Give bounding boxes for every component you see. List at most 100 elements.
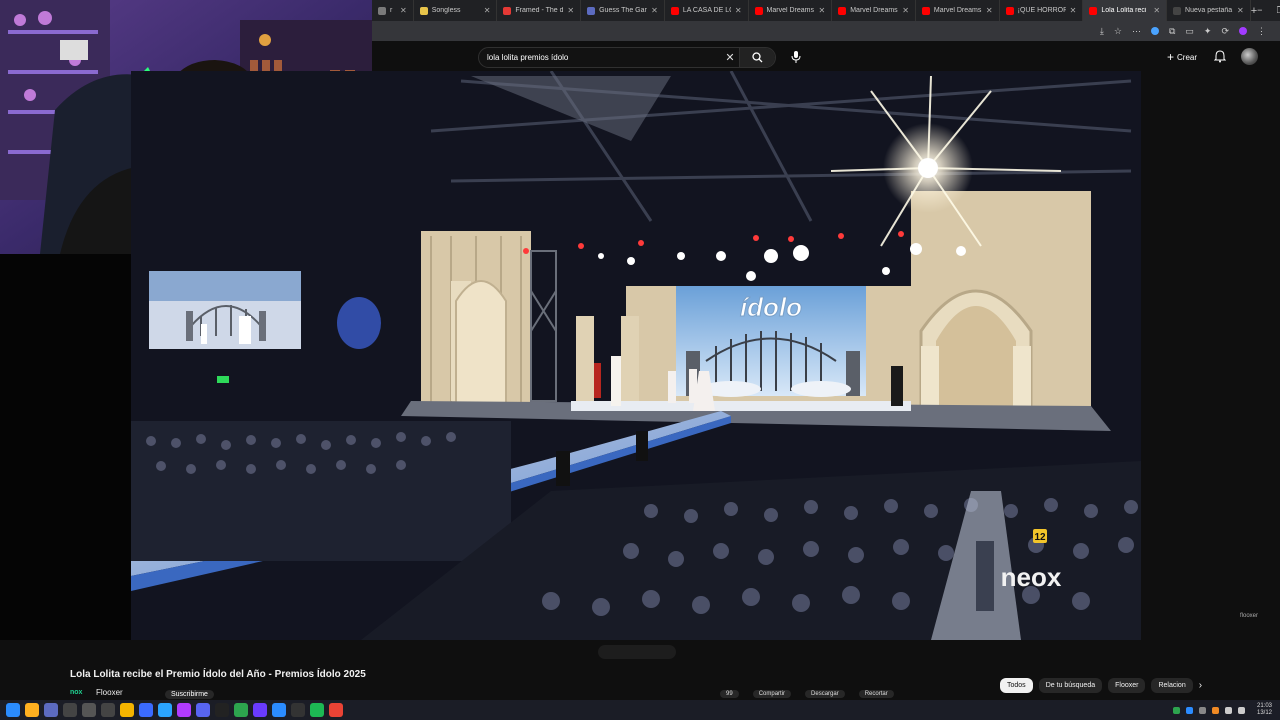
app-circle-icon[interactable]: [82, 703, 96, 717]
tab-title: Nueva pestaña: [1185, 7, 1233, 14]
tab-close-icon[interactable]: ✕: [1237, 6, 1244, 15]
windows-icon[interactable]: [6, 703, 20, 717]
tab-close-icon[interactable]: ✕: [902, 6, 909, 15]
bookmark-star-icon[interactable]: ☆: [1114, 26, 1122, 37]
chat-icon[interactable]: [253, 703, 267, 717]
tab-close-icon[interactable]: ✕: [735, 6, 742, 15]
clock[interactable]: 21:03 13/12: [1257, 703, 1272, 717]
tab-favicon-icon: [1089, 6, 1098, 15]
tab-close-icon[interactable]: ✕: [651, 6, 658, 15]
spotify-icon[interactable]: [310, 703, 324, 717]
channel-name[interactable]: Flooxer: [96, 688, 123, 697]
tray-gray-icon[interactable]: [1198, 706, 1206, 714]
subscribe-button[interactable]: Suscribirme: [165, 690, 214, 699]
tab-close-icon[interactable]: ✕: [819, 6, 826, 15]
video-actions: 99 Compartir Descargar Recortar: [720, 690, 894, 698]
search-input[interactable]: lola lolita premios ídolo: [487, 53, 721, 62]
like-button[interactable]: 99: [720, 690, 739, 698]
menu-icon[interactable]: ⋮: [1257, 26, 1266, 37]
discord-icon[interactable]: [196, 703, 210, 717]
tray-green-icon[interactable]: [1172, 706, 1180, 714]
chip-flooxer[interactable]: Flooxer: [1108, 678, 1146, 693]
tab-close-icon[interactable]: ✕: [986, 6, 993, 15]
tab-close-icon[interactable]: ✕: [1070, 6, 1077, 15]
grid-icon[interactable]: [234, 703, 248, 717]
tab-close-icon[interactable]: ✕: [400, 6, 407, 15]
minimize-button[interactable]: −: [1257, 5, 1262, 16]
search-icon[interactable]: [25, 703, 39, 717]
browser-tab[interactable]: Framed - The d ✕: [497, 0, 582, 21]
search-button[interactable]: [739, 48, 775, 67]
tab-favicon-icon: [587, 6, 596, 15]
chevron-right-icon[interactable]: ›: [1199, 680, 1202, 691]
bookmark-icon[interactable]: ✦: [1204, 26, 1212, 37]
clock-date: 13/12: [1256, 710, 1272, 716]
share-button[interactable]: Compartir: [752, 690, 792, 698]
tab-favicon-icon: [503, 6, 512, 15]
window-icon[interactable]: [101, 703, 115, 717]
tab-close-icon[interactable]: ✕: [567, 6, 574, 15]
search-box[interactable]: lola lolita premios ídolo ✕: [478, 47, 776, 68]
tab-title: Framed - The d: [515, 7, 564, 14]
tab-favicon-icon: [1173, 6, 1182, 15]
app-4k-icon[interactable]: [63, 703, 77, 717]
chip-todos[interactable]: Todos: [1000, 678, 1033, 693]
browser-tab[interactable]: Lola Lolita reci ✕: [1083, 0, 1168, 21]
tray-volume-icon[interactable]: [1237, 706, 1245, 714]
stream-icon[interactable]: [139, 703, 153, 717]
clock-time: 21:03: [1256, 703, 1272, 709]
profile-icon[interactable]: [1239, 27, 1247, 35]
browser-tab[interactable]: Marvel Dreams ✕: [916, 0, 1000, 21]
chip-from-search[interactable]: De tu búsqueda: [1038, 678, 1103, 693]
download-button[interactable]: Descargar: [805, 690, 845, 698]
extensions-puzzle-icon[interactable]: ⧉: [1169, 26, 1175, 37]
video-player[interactable]: ídolo 12 neox: [131, 71, 1141, 640]
plus-icon: +: [1167, 50, 1175, 64]
browser-tab[interactable]: Marvel Dreams ✕: [832, 0, 916, 21]
browser-tab[interactable]: Nueva pestaña ✕: [1167, 0, 1251, 21]
tab-close-icon[interactable]: ✕: [484, 6, 491, 15]
sync-icon[interactable]: ⟳: [1221, 26, 1229, 37]
install-icon[interactable]: ⤓: [1100, 26, 1104, 37]
extension-blue-icon[interactable]: [1150, 27, 1159, 35]
tab-title: Marvel Dreams: [850, 7, 898, 14]
files-icon[interactable]: [120, 703, 134, 717]
tray-orange-icon[interactable]: [1211, 706, 1219, 714]
tabs-icon[interactable]: ▭: [1185, 26, 1194, 37]
tiktok-icon[interactable]: [215, 703, 229, 717]
browser-tab[interactable]: ¡QUE HORROR! ✕: [1000, 0, 1084, 21]
windows-taskbar: 21:03 13/12: [0, 700, 1280, 720]
maximize-button[interactable]: ❐: [1276, 5, 1280, 16]
user-avatar[interactable]: [1241, 48, 1258, 65]
tab-favicon-icon: [670, 6, 679, 15]
browser-tab[interactable]: LA CASA DE LO ✕: [665, 0, 749, 21]
music-icon[interactable]: [177, 703, 191, 717]
tab-title: Songless: [431, 7, 461, 14]
obs-icon[interactable]: [291, 703, 305, 717]
channel-logo[interactable]: nox: [70, 689, 88, 697]
clip-button[interactable]: Recortar: [858, 690, 894, 698]
tab-favicon-icon: [921, 6, 930, 15]
create-button[interactable]: + Crear: [1167, 50, 1197, 64]
microphone-icon[interactable]: [790, 50, 802, 64]
extension-icon[interactable]: ⋯: [1132, 26, 1141, 37]
clear-search-icon[interactable]: ✕: [721, 51, 739, 64]
vivaldi-icon[interactable]: [44, 703, 58, 717]
tray-blue-icon[interactable]: [1185, 706, 1193, 714]
video-info-area: Lola Lolita recibe el Premio Ídolo del A…: [0, 640, 1280, 700]
browser-tab-strip: r ✕ Songless ✕ Framed - The d ✕ Guess The Gam ✕…: [372, 0, 1280, 21]
chrome-icon[interactable]: [329, 703, 343, 717]
browser-tab[interactable]: r ✕: [372, 0, 414, 21]
tab-title: Guess The Gam: [599, 7, 648, 14]
tab-close-icon[interactable]: ✕: [1153, 6, 1160, 15]
tab-favicon-icon: [378, 6, 386, 15]
browser-tab[interactable]: Marvel Dreams ✕: [749, 0, 833, 21]
tab-title: Marvel Dreams: [766, 7, 814, 14]
tray-wifi-icon[interactable]: [1224, 706, 1232, 714]
browser-tab[interactable]: Songless ✕: [414, 0, 498, 21]
check-icon[interactable]: [158, 703, 172, 717]
browser-tab[interactable]: Guess The Gam ✕: [581, 0, 665, 21]
c-icon[interactable]: [272, 703, 286, 717]
chip-related[interactable]: Relacion: [1151, 678, 1193, 693]
notifications-bell-icon[interactable]: [1214, 50, 1226, 63]
